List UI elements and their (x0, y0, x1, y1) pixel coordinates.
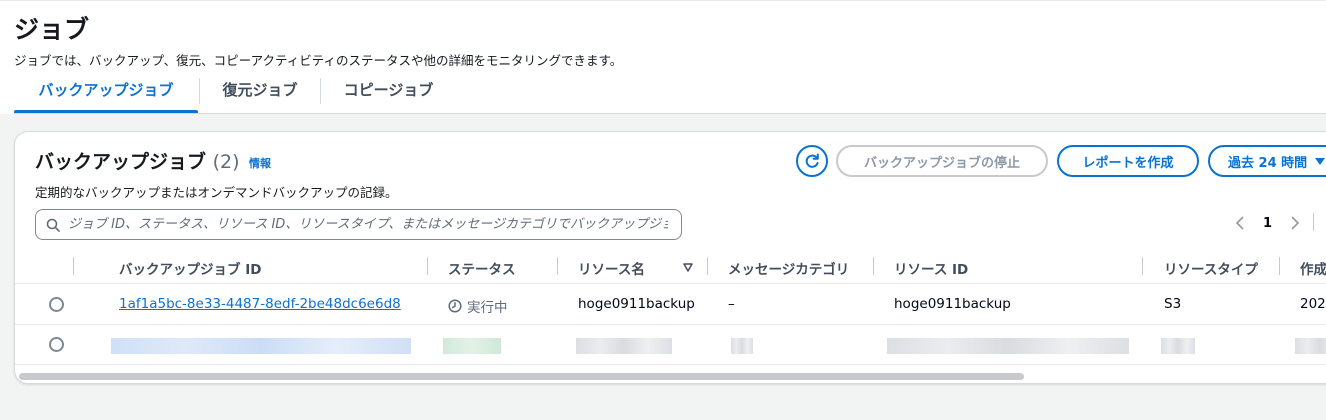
tab-backup-jobs[interactable]: バックアップジョブ (14, 72, 198, 114)
redacted-created (1295, 338, 1326, 354)
resource-name-cell: hoge0911backup (578, 296, 695, 312)
column-divider[interactable] (557, 257, 558, 275)
redacted-message-category (731, 338, 753, 354)
tab-label: バックアップジョブ (38, 81, 174, 99)
tab-restore-jobs[interactable]: 復元ジョブ (200, 72, 320, 114)
search-box[interactable] (35, 209, 682, 240)
status-cell: 実行中 (448, 296, 508, 316)
column-header-status[interactable]: ステータス (448, 258, 516, 278)
column-header-label: リソース名 (578, 262, 645, 278)
column-header-resource-type[interactable]: リソースタイプ (1164, 258, 1258, 278)
backup-jobs-panel: バックアップジョブ (2) 情報 定期的なバックアップまたはオンデマンドバックア… (14, 131, 1326, 384)
row-select-radio[interactable] (49, 337, 64, 352)
previous-page-button[interactable] (1235, 216, 1245, 234)
report-button-label: レポートを作成 (1082, 155, 1174, 171)
page-title: ジョブ (14, 15, 90, 44)
column-divider[interactable] (427, 257, 428, 275)
job-count: (2) (212, 151, 240, 173)
table-row[interactable]: 1af1a5bc-8e33-4487-8edf-2be48dc6e6d8 実行中… (15, 285, 1326, 325)
create-report-button[interactable]: レポートを作成 (1057, 145, 1199, 177)
search-input[interactable] (68, 217, 668, 232)
job-id-link[interactable]: 1af1a5bc-8e33-4487-8edf-2be48dc6e6d8 (119, 296, 401, 312)
table-header: バックアップジョブ ID ステータス リソース名 メッセージカテゴリ リソース … (15, 250, 1326, 284)
column-divider[interactable] (1279, 257, 1280, 275)
panel-description: 定期的なバックアップまたはオンデマンドバックアップの記録。 (35, 185, 398, 200)
column-header-job-id[interactable]: バックアップジョブ ID (119, 258, 261, 278)
status-text: 実行中 (467, 300, 508, 316)
next-page-button[interactable] (1290, 216, 1300, 234)
column-divider[interactable] (873, 257, 874, 275)
column-divider[interactable] (1142, 257, 1143, 275)
panel-title-text: バックアップジョブ (35, 151, 207, 173)
page-number[interactable]: 1 (1263, 216, 1272, 231)
refresh-icon (805, 153, 819, 168)
table-row[interactable] (15, 325, 1326, 365)
clock-icon (448, 299, 462, 313)
info-link[interactable]: 情報 (249, 155, 271, 171)
column-header-resource-name[interactable]: リソース名 (578, 258, 645, 278)
resource-type-cell: S3 (1164, 296, 1182, 312)
stop-backup-job-button[interactable]: バックアップジョブの停止 (836, 145, 1048, 177)
horizontal-scrollbar[interactable] (19, 373, 1024, 380)
redacted-job-id (111, 338, 411, 354)
column-header-resource-id[interactable]: リソース ID (894, 258, 968, 278)
stop-button-label: バックアップジョブの停止 (863, 155, 1020, 171)
created-cell: 202 (1300, 296, 1326, 312)
sort-desc-icon[interactable] (683, 263, 693, 272)
chevron-right-icon (1291, 216, 1300, 230)
redacted-resource-name (576, 338, 672, 354)
tab-label: コピージョブ (343, 81, 434, 99)
redacted-resource-type (1161, 338, 1195, 354)
search-icon (46, 218, 60, 232)
tab-copy-jobs[interactable]: コピージョブ (321, 72, 456, 114)
tab-label: 復元ジョブ (222, 81, 298, 99)
resource-id-cell: hoge0911backup (894, 296, 1011, 312)
redacted-resource-id (887, 338, 1129, 354)
refresh-button[interactable] (796, 145, 828, 177)
redacted-status (443, 338, 501, 354)
message-category-cell: – (728, 296, 735, 312)
toolbar-divider (1313, 213, 1314, 231)
panel-title: バックアップジョブ (2) (35, 147, 240, 174)
column-header-message-category[interactable]: メッセージカテゴリ (728, 258, 849, 278)
top-divider (0, 0, 1326, 1)
time-range-dropdown[interactable]: 過去 24 時間 (1208, 145, 1326, 177)
column-divider[interactable] (707, 257, 708, 275)
range-button-label: 過去 24 時間 (1228, 155, 1308, 171)
job-tabs: バックアップジョブ 復元ジョブ コピージョブ (14, 72, 1326, 114)
row-select-radio[interactable] (49, 297, 64, 312)
chevron-left-icon (1235, 216, 1244, 230)
page-description: ジョブでは、バックアップ、復元、コピーアクティビティのステータスや他の詳細をモニ… (14, 53, 623, 68)
column-divider (73, 257, 74, 275)
caret-down-icon (1315, 157, 1326, 165)
column-header-created[interactable]: 作成 (1300, 258, 1326, 278)
